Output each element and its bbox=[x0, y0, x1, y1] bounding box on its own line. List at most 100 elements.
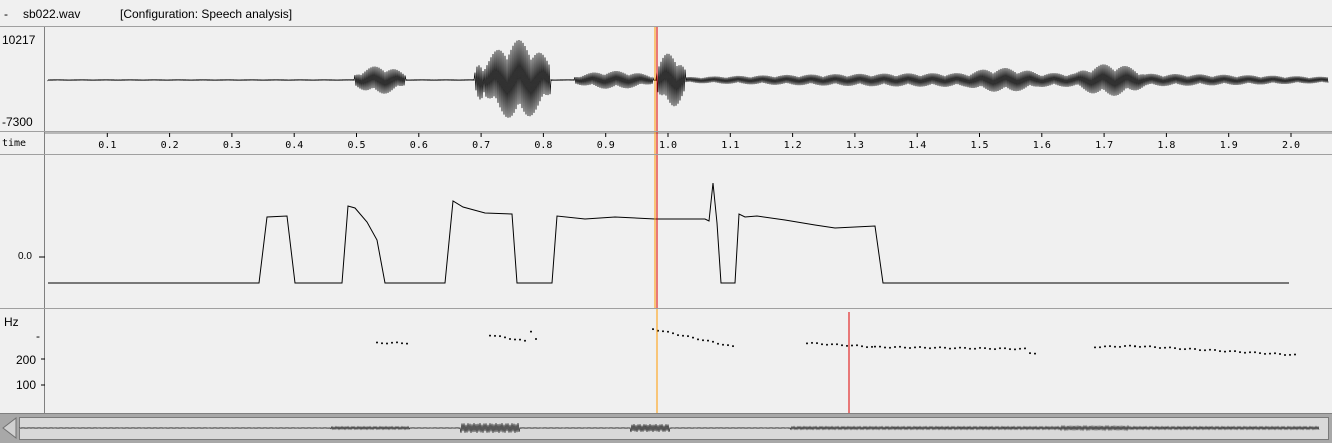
pitch-point bbox=[1124, 345, 1126, 347]
pitch-point bbox=[682, 334, 684, 337]
pitch-point bbox=[1104, 345, 1106, 348]
pitch-point bbox=[1184, 348, 1186, 351]
pitch-point bbox=[861, 345, 863, 348]
pitch-point bbox=[406, 342, 408, 345]
pitch-point bbox=[1259, 352, 1261, 355]
title-bar: - sb022.wav [Configuration: Speech analy… bbox=[0, 0, 1332, 26]
pitch-point bbox=[732, 345, 734, 348]
time-tick-label: 0.8 bbox=[534, 140, 553, 151]
pitch-point bbox=[949, 347, 951, 350]
pitch-point bbox=[929, 347, 931, 350]
pitch-point bbox=[1149, 345, 1151, 348]
pitch-point bbox=[1009, 348, 1011, 351]
pitch-point bbox=[386, 342, 388, 345]
pitch-point bbox=[1024, 347, 1026, 350]
pitch-point bbox=[519, 338, 521, 341]
pitch-point bbox=[717, 342, 719, 345]
pitch-point bbox=[1154, 346, 1156, 349]
pitch-point bbox=[1004, 347, 1006, 350]
pitch-point bbox=[1134, 345, 1136, 348]
pitch-point bbox=[871, 345, 873, 348]
time-tick-label: 1.5 bbox=[970, 140, 989, 151]
time-tick-label: 1.2 bbox=[783, 140, 802, 151]
pitch-point bbox=[1144, 345, 1146, 348]
overview-scrollbar[interactable] bbox=[0, 413, 1332, 443]
overview-waveform bbox=[19, 422, 1320, 434]
time-tick-label: 0.5 bbox=[347, 140, 366, 151]
pitch-point bbox=[964, 346, 966, 349]
pitch-point bbox=[1224, 350, 1226, 353]
pitch-point bbox=[1099, 346, 1101, 349]
pitch-point bbox=[889, 346, 891, 349]
pitch-point bbox=[1209, 348, 1211, 351]
pitch-point bbox=[904, 346, 906, 349]
pitch-point bbox=[1284, 354, 1286, 356]
pitch-point bbox=[396, 341, 398, 344]
time-tick-label: 1.9 bbox=[1219, 140, 1238, 151]
contour-zero-label: 0.0 bbox=[18, 251, 32, 262]
pitch-point bbox=[401, 342, 403, 345]
pitch-point bbox=[489, 334, 491, 337]
pitch-point bbox=[1219, 350, 1221, 353]
intensity-panel[interactable]: 0.0 bbox=[0, 154, 1332, 308]
time-tick-label: 0.4 bbox=[285, 140, 304, 151]
pitch-point bbox=[1029, 352, 1031, 355]
pitch-point bbox=[1159, 347, 1161, 349]
pitch-point bbox=[530, 330, 532, 333]
pitch-point bbox=[914, 346, 916, 349]
pitch-point bbox=[1189, 347, 1191, 350]
pitch-point bbox=[969, 347, 971, 350]
time-tick-label: 0.2 bbox=[160, 140, 179, 151]
pitch-point bbox=[846, 344, 848, 347]
time-axis-label: time bbox=[2, 138, 27, 149]
pitch-point bbox=[989, 347, 991, 350]
pitch-point bbox=[1279, 353, 1281, 355]
pitch-point bbox=[391, 341, 393, 344]
time-tick-label: 1.3 bbox=[845, 140, 864, 151]
pitch-tick-dash: - bbox=[36, 329, 40, 343]
time-tick-label: 1.1 bbox=[721, 140, 740, 151]
pitch-point bbox=[692, 336, 694, 339]
pitch-point bbox=[979, 346, 981, 349]
waveform-plot[interactable] bbox=[44, 27, 1331, 131]
time-tick-label: 1.6 bbox=[1032, 140, 1051, 151]
pitch-point bbox=[672, 332, 674, 335]
time-tick-label: 0.7 bbox=[472, 140, 491, 151]
waveform-panel[interactable]: 10217 -7300 bbox=[0, 26, 1332, 131]
pitch-point bbox=[381, 342, 383, 345]
pitch-point bbox=[1139, 345, 1141, 348]
pitch-panel[interactable]: Hz - 200 100 bbox=[0, 308, 1332, 413]
pitch-point bbox=[954, 347, 956, 350]
title-dash: - bbox=[4, 7, 8, 21]
pitch-point bbox=[702, 339, 704, 342]
intensity-plot[interactable] bbox=[39, 155, 1331, 308]
time-tick-label: 0.3 bbox=[222, 140, 241, 151]
pitch-point bbox=[816, 342, 818, 345]
pitch-point bbox=[831, 343, 833, 346]
waveform-ymax-label: 10217 bbox=[2, 33, 36, 47]
pitch-point bbox=[984, 347, 986, 350]
pitch-points bbox=[376, 328, 1296, 356]
pitch-point bbox=[662, 330, 664, 333]
pitch-unit-label: Hz bbox=[4, 315, 19, 329]
time-tick-label: 0.9 bbox=[596, 140, 615, 151]
pitch-point bbox=[494, 334, 496, 337]
time-axis: time 0.1 0.2 0.3 0.4 0.5 0.6 0.7 0.8 0.9 1.0 1.1 1.… bbox=[0, 131, 1332, 154]
pitch-point bbox=[811, 341, 813, 344]
file-name: sb022.wav bbox=[23, 7, 81, 21]
pitch-point bbox=[924, 346, 926, 349]
pitch-point bbox=[652, 328, 654, 331]
scroll-left-button[interactable] bbox=[0, 414, 18, 442]
pitch-point bbox=[899, 345, 901, 348]
pitch-point bbox=[884, 346, 886, 349]
pitch-point bbox=[712, 340, 714, 343]
pitch-point bbox=[1234, 350, 1236, 353]
overview-thumb[interactable] bbox=[19, 417, 1329, 440]
pitch-plot[interactable] bbox=[41, 309, 1331, 413]
pitch-point bbox=[1229, 350, 1231, 353]
pitch-point bbox=[697, 338, 699, 341]
pitch-point bbox=[1169, 346, 1171, 349]
time-tick-label: 2.0 bbox=[1282, 140, 1301, 151]
pitch-point bbox=[879, 345, 881, 348]
pitch-point bbox=[1249, 351, 1251, 354]
